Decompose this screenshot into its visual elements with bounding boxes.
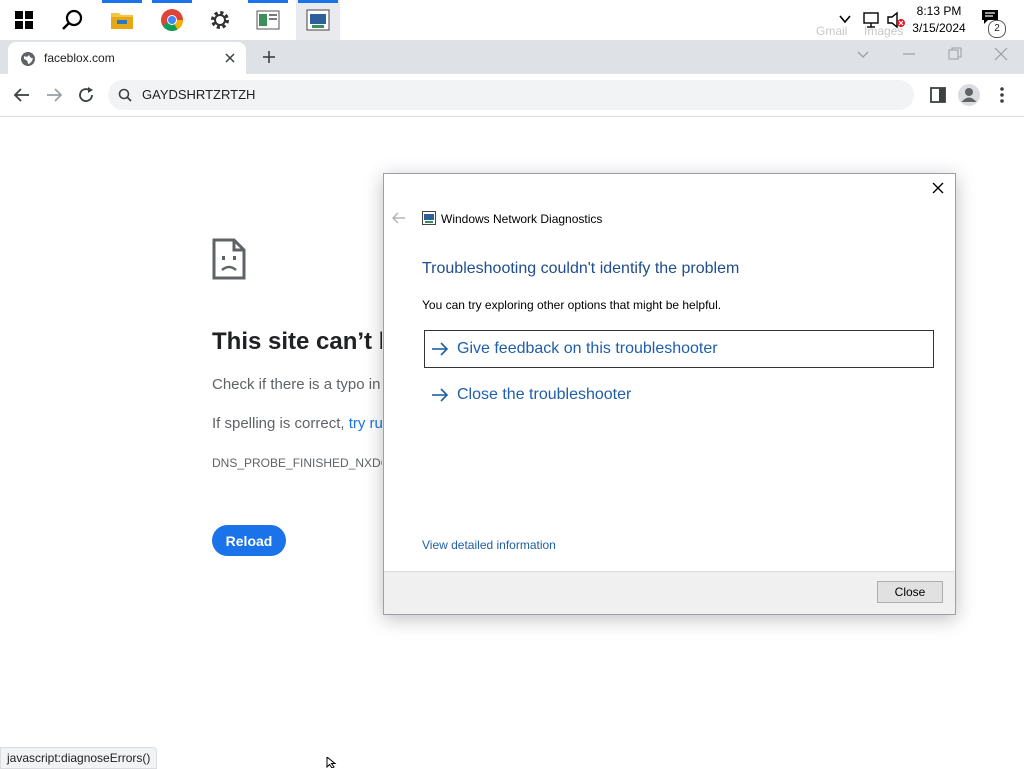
profile-avatar-icon[interactable] (958, 84, 980, 106)
restore-icon[interactable] (948, 47, 962, 61)
run-diagnostics-link[interactable]: try running Windows Network Diagnostics (349, 415, 382, 432)
give-feedback-label: Give feedback on this troubleshooter (457, 340, 718, 357)
network-tray-button[interactable] (862, 11, 882, 34)
new-tab-icon[interactable] (261, 49, 277, 65)
chevron-up-icon (839, 15, 851, 24)
dialog-back-icon[interactable] (392, 212, 406, 224)
dialog-window-title: Windows Network Diagnostics (441, 212, 603, 226)
window-close-icon[interactable] (994, 47, 1008, 61)
arrow-right-icon (432, 388, 449, 402)
sad-page-icon (212, 238, 246, 280)
clock-date: 3/15/2024 (912, 21, 966, 35)
dialog-description: You can try exploring other options that… (422, 298, 722, 312)
globe-icon (21, 52, 35, 66)
tab-title: faceblox.com (44, 51, 115, 65)
taskbar-app-window[interactable] (246, 0, 290, 40)
view-detailed-information-link[interactable]: View detailed information (422, 538, 556, 552)
back-icon[interactable] (13, 87, 31, 103)
mouse-cursor-icon (326, 757, 337, 768)
arrow-right-icon (432, 342, 449, 356)
start-button[interactable] (2, 0, 46, 40)
refresh-icon[interactable] (77, 86, 95, 104)
address-bar-text: GAYDSHRTZRTZH (142, 87, 256, 102)
dialog-footer: Close (384, 571, 955, 614)
clock-time: 8:13 PM (916, 4, 962, 18)
error-title: This site can’t be reached (212, 328, 382, 355)
error-code: DNS_PROBE_FINISHED_NXDOMAIN (212, 456, 382, 470)
windows-logo-icon (15, 11, 33, 29)
app-window-icon (256, 10, 280, 30)
tab-search-icon[interactable] (856, 50, 870, 60)
close-button[interactable]: Close (877, 581, 943, 603)
browser-tab[interactable]: faceblox.com (8, 42, 246, 74)
network-disconnected-icon (863, 12, 879, 28)
close-troubleshooter-label: Close the troubleshooter (457, 386, 632, 403)
diagnostics-app-icon (422, 211, 436, 225)
gear-icon (211, 11, 229, 29)
dialog-close-icon[interactable] (932, 182, 944, 194)
chrome-icon (161, 9, 183, 31)
link-status-bar: javascript:diagnoseErrors() (0, 747, 158, 769)
volume-tray-button[interactable] (886, 11, 906, 34)
error-diagnostics-hint: If spelling is correct, try running Wind… (212, 415, 382, 432)
network-diagnostics-icon (306, 9, 330, 31)
search-button[interactable] (50, 0, 94, 40)
side-panel-icon[interactable] (930, 87, 946, 103)
volume-muted-icon (887, 11, 905, 29)
error-typo-hint: Check if there is a typo in faceblox.com… (212, 376, 382, 393)
address-bar[interactable]: GAYDSHRTZRTZH (108, 80, 914, 110)
taskbar-settings[interactable] (198, 0, 242, 40)
taskbar: Gmail Images 8:13 PM 3/15/2024 2 (0, 0, 1024, 40)
forward-icon[interactable] (45, 87, 63, 103)
close-tab-icon[interactable] (224, 52, 236, 64)
taskbar-chrome[interactable] (150, 0, 194, 40)
taskbar-network-diagnostics[interactable] (296, 0, 340, 40)
tray-overflow-button[interactable] (838, 12, 854, 28)
folder-icon (111, 13, 133, 29)
minimize-icon[interactable] (902, 52, 916, 56)
close-troubleshooter-option[interactable]: Close the troubleshooter (425, 377, 933, 413)
reload-button[interactable]: Reload (212, 525, 286, 556)
omnibox-search-icon (118, 88, 132, 102)
search-icon (62, 9, 83, 30)
error-diagnostics-prefix: If spelling is correct, (212, 415, 349, 432)
taskbar-file-explorer[interactable] (100, 0, 144, 40)
clock[interactable]: 8:13 PM 3/15/2024 (906, 3, 972, 37)
give-feedback-option[interactable]: Give feedback on this troubleshooter (424, 330, 934, 368)
dialog-heading: Troubleshooting couldn't identify the pr… (422, 260, 740, 277)
notification-count-badge: 2 (988, 20, 1006, 38)
more-menu-icon[interactable] (999, 86, 1005, 104)
network-diagnostics-dialog: Windows Network Diagnostics Troubleshoot… (383, 173, 956, 615)
notification-center-button[interactable]: 2 (980, 8, 1008, 38)
